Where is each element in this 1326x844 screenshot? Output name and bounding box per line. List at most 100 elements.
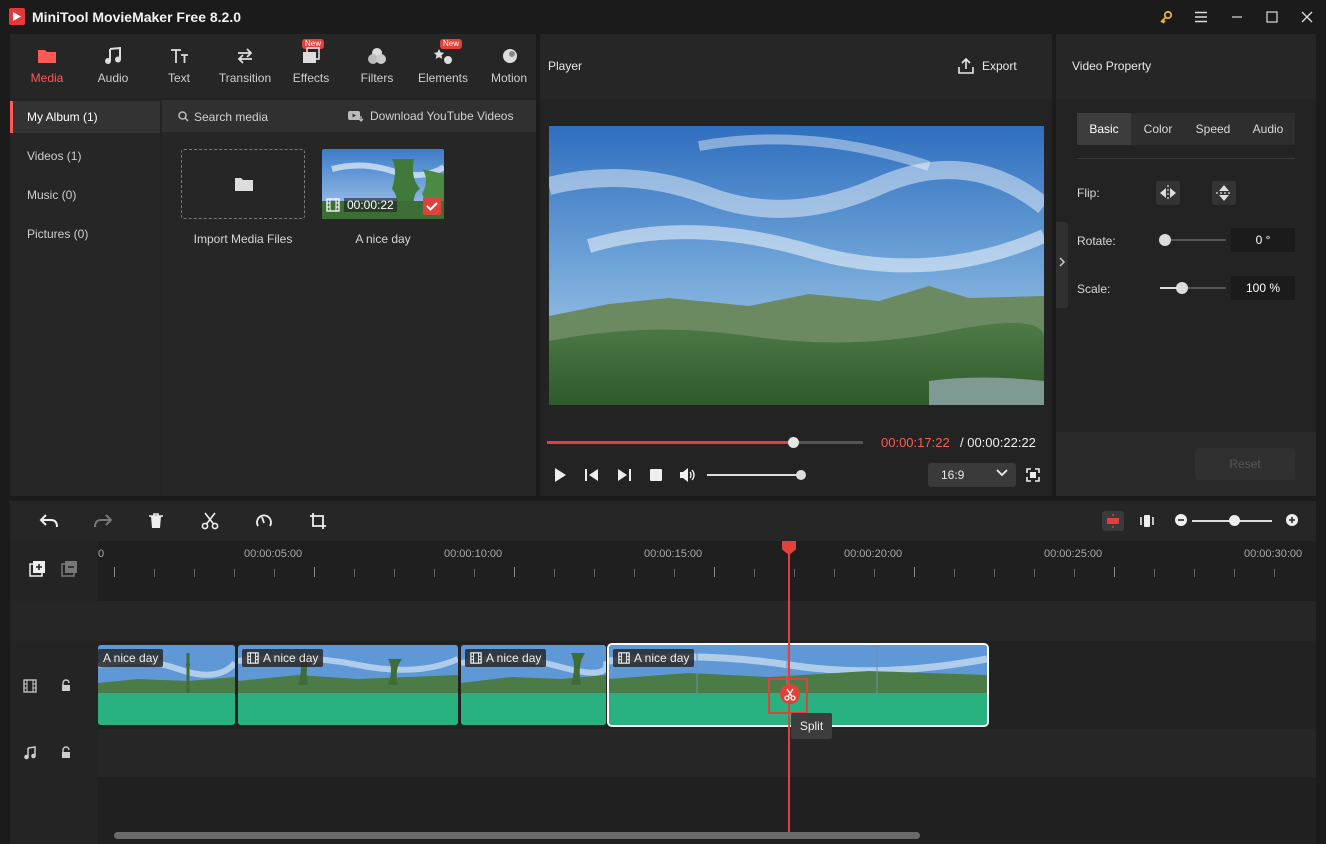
title-bar: MiniTool MovieMaker Free 8.2.0 bbox=[0, 0, 1326, 34]
ruler-tick bbox=[554, 569, 555, 577]
zoom-handle[interactable] bbox=[1229, 515, 1240, 526]
ruler-tick bbox=[394, 569, 395, 577]
effects-icon bbox=[303, 47, 320, 63]
close-icon[interactable] bbox=[1292, 4, 1322, 30]
album-item-pictures[interactable]: Pictures (0) bbox=[10, 218, 160, 250]
play-button[interactable] bbox=[551, 466, 569, 484]
timeline-clip[interactable]: A nice day bbox=[238, 645, 458, 725]
lock-icon[interactable] bbox=[60, 679, 76, 693]
fullscreen-button[interactable] bbox=[1026, 468, 1044, 486]
divider bbox=[1077, 158, 1295, 159]
aspect-ratio-select[interactable]: 16:9 bbox=[928, 463, 1016, 487]
tab-effects[interactable]: New Effects bbox=[278, 34, 344, 98]
fit-timeline-button[interactable] bbox=[1138, 512, 1158, 530]
ruler-tick bbox=[314, 567, 315, 577]
audio-track bbox=[98, 729, 1316, 777]
remove-track-button[interactable] bbox=[61, 560, 79, 578]
timeline-scrollbar[interactable] bbox=[114, 832, 920, 839]
main-toolbar: Media Audio Text Transition New Effects … bbox=[10, 34, 536, 98]
scale-value[interactable]: 100 % bbox=[1231, 276, 1295, 300]
export-button[interactable]: Export bbox=[954, 54, 1024, 80]
next-frame-button[interactable] bbox=[615, 466, 633, 484]
stop-icon bbox=[650, 469, 662, 481]
album-item-videos[interactable]: Videos (1) bbox=[10, 140, 160, 172]
current-time: 00:00:17:22 bbox=[881, 435, 950, 450]
playback-progress-bar[interactable] bbox=[547, 437, 863, 448]
split-button[interactable] bbox=[201, 512, 221, 530]
volume-handle[interactable] bbox=[796, 470, 806, 480]
timeline-clip[interactable]: A nice day bbox=[461, 645, 606, 725]
crop-icon bbox=[310, 513, 326, 529]
speedometer-icon bbox=[256, 514, 272, 527]
key-icon[interactable] bbox=[1151, 4, 1181, 30]
menu-icon[interactable] bbox=[1186, 4, 1216, 30]
search-icon bbox=[178, 111, 189, 122]
tab-color[interactable]: Color bbox=[1131, 113, 1185, 145]
clip-name: A nice day bbox=[613, 649, 695, 667]
volume-button[interactable] bbox=[678, 466, 696, 484]
total-time: / 00:00:22:22 bbox=[960, 435, 1036, 450]
clip-name-text: A nice day bbox=[486, 651, 542, 665]
timeline-ruler[interactable]: 0 00:00:05:00 00:00:10:00 00:00:15:00 00… bbox=[98, 541, 1316, 601]
speed-button[interactable] bbox=[255, 512, 275, 530]
tab-transition-label: Transition bbox=[218, 71, 272, 85]
tab-transition[interactable]: Transition bbox=[212, 34, 278, 98]
tab-basic[interactable]: Basic bbox=[1077, 113, 1131, 145]
album-item-my-album[interactable]: My Album (1) bbox=[10, 101, 160, 133]
maximize-icon[interactable] bbox=[1257, 4, 1287, 30]
previous-frame-button[interactable] bbox=[583, 466, 601, 484]
media-search-bar: Search media Download YouTube Videos bbox=[162, 100, 536, 132]
tab-audio-property[interactable]: Audio bbox=[1241, 113, 1295, 145]
tab-audio[interactable]: Audio bbox=[80, 34, 146, 98]
import-media-label: Import Media Files bbox=[193, 232, 293, 246]
tab-media[interactable]: Media bbox=[14, 34, 80, 98]
zoom-in-button[interactable] bbox=[1285, 513, 1299, 527]
progress-handle[interactable] bbox=[788, 437, 800, 448]
app-title: MiniTool MovieMaker Free 8.2.0 bbox=[32, 9, 242, 25]
add-track-button[interactable] bbox=[29, 560, 47, 578]
scale-handle[interactable] bbox=[1176, 282, 1188, 294]
rotate-slider[interactable] bbox=[1159, 234, 1226, 246]
film-icon bbox=[470, 652, 482, 664]
delete-button[interactable] bbox=[147, 512, 167, 530]
media-thumbnail[interactable]: 00:00:22 bbox=[322, 149, 444, 219]
media-icon bbox=[38, 50, 56, 63]
download-youtube-button[interactable]: Download YouTube Videos bbox=[370, 109, 513, 123]
lock-icon[interactable] bbox=[60, 746, 76, 760]
redo-button[interactable] bbox=[93, 512, 113, 530]
ruler-tick bbox=[1114, 567, 1115, 577]
track-headers bbox=[10, 541, 98, 844]
snap-toggle[interactable] bbox=[1102, 511, 1124, 531]
split-tooltip: Split bbox=[791, 713, 832, 739]
rotate-handle[interactable] bbox=[1159, 234, 1171, 246]
tab-elements[interactable]: New Elements bbox=[410, 34, 476, 98]
timeline-toolbar bbox=[10, 501, 1316, 541]
tab-text[interactable]: Text bbox=[146, 34, 212, 98]
checked-icon[interactable] bbox=[423, 197, 441, 215]
import-media-button[interactable] bbox=[181, 149, 305, 219]
undo-button[interactable] bbox=[39, 512, 59, 530]
zoom-out-button[interactable] bbox=[1174, 513, 1188, 527]
search-input[interactable]: Search media bbox=[194, 110, 268, 124]
ruler-tick bbox=[714, 567, 715, 577]
timeline-clip[interactable]: A nice day bbox=[98, 645, 235, 725]
split-scissors-button[interactable] bbox=[780, 684, 800, 704]
chevron-right-icon bbox=[1059, 257, 1066, 267]
scale-slider[interactable] bbox=[1160, 282, 1226, 294]
collapse-panel-button[interactable] bbox=[1056, 222, 1068, 308]
reset-button[interactable]: Reset bbox=[1195, 448, 1295, 480]
tab-motion[interactable]: Motion bbox=[476, 34, 542, 98]
rotate-value[interactable]: 0 ° bbox=[1231, 228, 1295, 252]
volume-slider[interactable] bbox=[707, 474, 801, 476]
ruler-tick bbox=[1034, 569, 1035, 577]
album-item-music[interactable]: Music (0) bbox=[10, 179, 160, 211]
crop-button[interactable] bbox=[309, 512, 329, 530]
ruler-tick bbox=[834, 569, 835, 577]
minimize-icon[interactable] bbox=[1222, 4, 1252, 30]
tab-speed[interactable]: Speed bbox=[1185, 113, 1241, 145]
flip-horizontal-button[interactable] bbox=[1156, 181, 1180, 205]
tab-filters[interactable]: Filters bbox=[344, 34, 410, 98]
stop-button[interactable] bbox=[647, 466, 665, 484]
skip-back-icon bbox=[585, 469, 598, 481]
flip-vertical-button[interactable] bbox=[1212, 181, 1236, 205]
